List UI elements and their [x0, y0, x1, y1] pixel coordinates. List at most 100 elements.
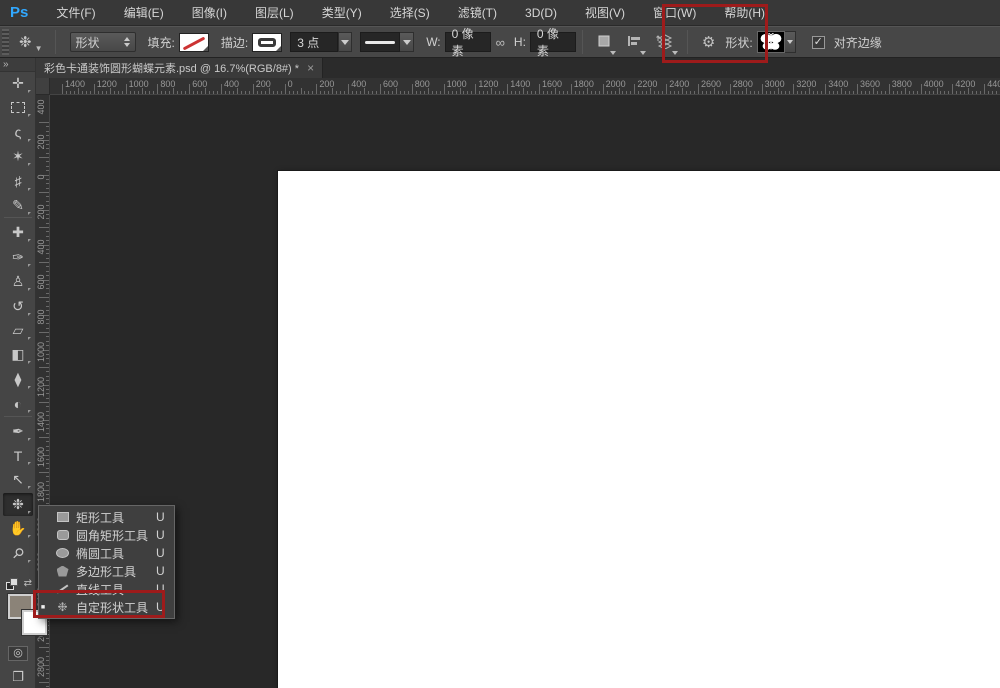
screen-mode-button[interactable]: ❐	[8, 669, 28, 685]
tool-eyedropper-tool[interactable]: ✎	[3, 194, 33, 217]
menu-item[interactable]: 编辑(E)	[110, 0, 178, 26]
tool-rect-marquee-tool[interactable]	[3, 96, 33, 119]
ruler-minor-tick	[46, 393, 49, 395]
menu-item[interactable]: 滤镜(T)	[444, 0, 511, 26]
ruler-minor-tick	[976, 91, 978, 94]
type-tool-icon: T	[13, 447, 23, 464]
shape-menu-item[interactable]: 多边形工具 U	[39, 562, 174, 580]
ruler-minor-tick	[499, 91, 501, 94]
ruler-tick	[539, 84, 540, 94]
link-wh-icon[interactable]: ∞	[496, 35, 505, 50]
width-input[interactable]: 0 像素	[444, 27, 491, 58]
tool-crop-tool[interactable]: ♯	[3, 170, 33, 193]
ruler-minor-tick	[46, 222, 49, 224]
tool-clone-stamp-tool[interactable]: ♙	[3, 270, 33, 293]
height-input[interactable]: 0 像素	[529, 27, 576, 58]
menu-item[interactable]: 选择(S)	[376, 0, 444, 26]
tools-panel-collapse-button[interactable]: »	[0, 58, 35, 72]
ruler-minor-tick	[674, 91, 676, 94]
menu-item[interactable]: 类型(Y)	[308, 0, 376, 26]
canvas[interactable]	[277, 170, 1000, 688]
tool-brush-tool[interactable]: ✑	[3, 246, 33, 269]
menu-item[interactable]: 3D(D)	[511, 0, 571, 26]
shape-menu-item[interactable]: 矩形工具 U	[39, 508, 174, 526]
tool-magic-wand-tool[interactable]: ✶	[3, 145, 33, 168]
ruler-label: 800	[36, 309, 46, 325]
stroke-width-field[interactable]: 3 点	[290, 32, 339, 52]
ruler-minor-tick	[705, 91, 707, 94]
ruler-origin-corner[interactable]	[36, 78, 50, 95]
tool-zoom-tool[interactable]: ⚲	[3, 542, 33, 565]
ruler-minor-tick	[876, 91, 878, 94]
ruler-minor-tick	[101, 91, 103, 94]
ruler-minor-tick	[46, 310, 49, 312]
tool-gradient-tool[interactable]: ◧	[3, 343, 33, 366]
options-bar-grip[interactable]	[2, 29, 9, 55]
quick-mask-button[interactable]: ◎	[8, 646, 28, 661]
custom-shape-preset-icon[interactable]: ❉	[19, 33, 32, 51]
tool-history-brush-tool[interactable]: ↺	[3, 295, 33, 318]
ruler-horizontal[interactable]: 1400 1200 1000 800 600 400 200 0 200 400 600 800 100…	[50, 78, 1000, 95]
rectangle-tool-icon	[55, 512, 70, 522]
ruler-minor-tick	[940, 91, 942, 94]
ruler-minor-tick	[46, 655, 49, 657]
ruler-minor-tick	[46, 170, 49, 172]
ruler-minor-tick	[860, 91, 862, 94]
tool-mode-select[interactable]: 形状	[69, 32, 136, 52]
tool-hand-tool[interactable]: ✋	[3, 517, 33, 540]
ruler-label: 1800	[36, 481, 46, 503]
tool-healing-brush-tool[interactable]: ✚	[3, 221, 33, 244]
tool-move-tool[interactable]: ✛	[3, 72, 33, 95]
stroke-swatch[interactable]	[252, 32, 283, 52]
document-tab[interactable]: 彩色卡通装饰圆形蝴蝶元素.psd @ 16.7%(RGB/8#) * ×	[36, 58, 324, 78]
ruler-tick	[857, 84, 858, 94]
stroke-width-dropdown-button[interactable]	[338, 32, 353, 52]
ruler-minor-tick	[717, 91, 719, 94]
ruler-minor-tick	[153, 91, 155, 94]
menu-item[interactable]: 图像(I)	[178, 0, 241, 26]
swatch-dropdown-corner-icon	[202, 45, 208, 51]
tool-dodge-tool[interactable]: ◐	[3, 392, 33, 415]
ruler-minor-tick	[757, 91, 759, 94]
shape-picker-dropdown-button[interactable]	[784, 31, 796, 53]
menu-item[interactable]: 视图(V)	[571, 0, 639, 26]
default-colors-icon[interactable]: ⇄	[6, 578, 32, 594]
tool-type-tool[interactable]: T	[3, 444, 33, 467]
tool-custom-shape-tool[interactable]: ❉	[3, 492, 33, 516]
ruler-minor-tick	[896, 91, 898, 94]
shape-menu-item[interactable]: 圆角矩形工具 U	[39, 526, 174, 544]
ruler-minor-tick	[129, 91, 131, 94]
menu-item[interactable]: 图层(L)	[241, 0, 308, 26]
ruler-minor-tick	[690, 91, 692, 94]
ruler-minor-tick	[328, 91, 330, 94]
tool-pen-tool[interactable]: ✒	[3, 420, 33, 443]
ruler-minor-tick	[356, 91, 358, 94]
menu-item[interactable]: 文件(F)	[42, 0, 109, 26]
ruler-minor-tick	[244, 91, 246, 94]
tool-mode-value: 形状	[75, 35, 100, 50]
ruler-minor-tick	[46, 458, 49, 460]
shape-menu-item[interactable]: 椭圆工具 U	[39, 544, 174, 562]
path-selection-tool-icon: ↖	[12, 471, 24, 488]
tool-path-selection-tool[interactable]: ↖	[3, 468, 33, 491]
tool-eraser-tool[interactable]: ▱	[3, 319, 33, 342]
fill-swatch[interactable]	[178, 32, 209, 52]
stroke-style-select[interactable]	[360, 32, 401, 52]
path-operations-icon[interactable]	[596, 33, 616, 55]
ruler-minor-tick	[46, 375, 49, 377]
ruler-tick	[443, 84, 445, 94]
tool-lasso-tool[interactable]: ς	[3, 121, 33, 144]
tab-close-icon[interactable]: ×	[307, 61, 314, 75]
document-workspace[interactable]	[50, 95, 1000, 688]
stroke-style-dropdown-button[interactable]	[400, 32, 415, 52]
swap-colors-icon[interactable]: ⇄	[24, 578, 32, 589]
preset-dropdown-arrow-icon[interactable]: ▼	[35, 44, 43, 57]
ruler-minor-tick	[292, 91, 294, 94]
ruler-minor-tick	[117, 91, 119, 94]
tool-blur-tool[interactable]: ⧫	[3, 368, 33, 391]
path-align-icon[interactable]	[626, 33, 646, 55]
align-edges-checkbox[interactable]: ✓	[811, 35, 825, 49]
ruler-minor-tick	[46, 432, 49, 434]
ruler-minor-tick	[46, 673, 49, 675]
flyout-corner-icon	[28, 212, 31, 215]
